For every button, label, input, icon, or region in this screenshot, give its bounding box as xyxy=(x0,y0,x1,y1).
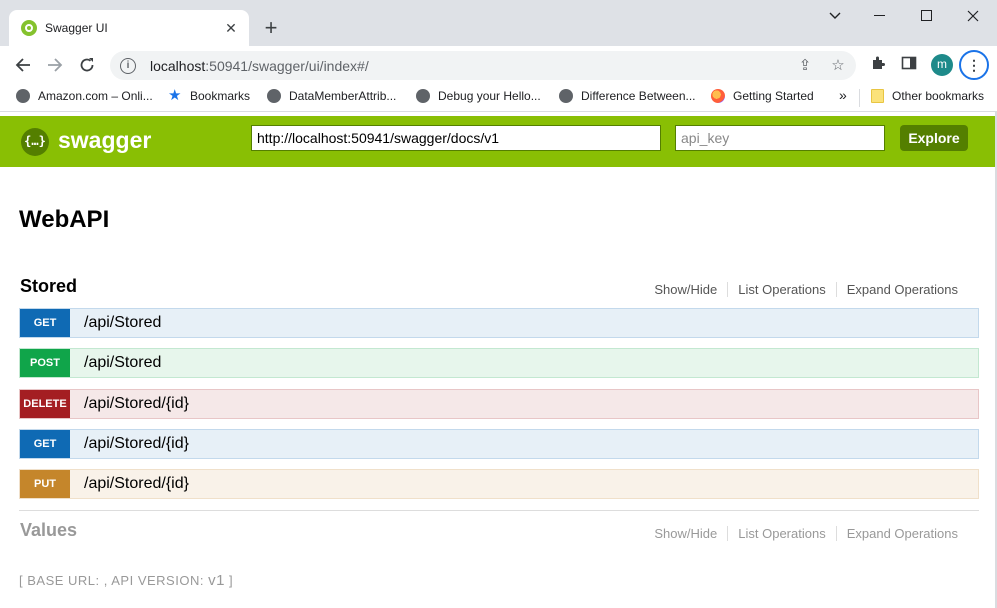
resource-actions-stored: Show/Hide List Operations Expand Operati… xyxy=(644,282,968,297)
address-bar[interactable]: i localhost:50941/swagger/ui/index#/ ⇪ ☆ xyxy=(110,51,856,80)
extensions-puzzle-icon[interactable] xyxy=(868,55,888,75)
operation-path[interactable]: /api/Stored/{id} xyxy=(84,475,189,493)
method-badge[interactable]: DELETE xyxy=(20,390,70,418)
resource-name-stored[interactable]: Stored xyxy=(20,276,77,297)
globe-icon xyxy=(416,89,430,103)
bookmarks-divider xyxy=(859,89,860,107)
bookmark-item[interactable]: Getting Started xyxy=(711,89,814,103)
new-tab-plus-icon[interactable]: + xyxy=(260,14,282,42)
globe-icon xyxy=(267,89,281,103)
bookmark-item[interactable]: ★ Bookmarks xyxy=(168,87,250,104)
bookmark-item[interactable]: Amazon.com – Onli... xyxy=(16,89,153,103)
method-badge[interactable]: GET xyxy=(20,309,70,337)
show-hide-link[interactable]: Show/Hide xyxy=(644,282,727,297)
close-icon[interactable]: ✕ xyxy=(223,20,239,37)
site-info-icon[interactable]: i xyxy=(120,57,136,74)
browser-toolbar: i localhost:50941/swagger/ui/index#/ ⇪ ☆… xyxy=(0,46,997,84)
resource-name-values[interactable]: Values xyxy=(20,520,77,541)
bookmark-star-icon[interactable]: ☆ xyxy=(829,57,847,75)
expand-operations-link[interactable]: Expand Operations xyxy=(835,282,968,297)
operation-row[interactable]: GET /api/Stored/{id} xyxy=(19,429,979,459)
bookmarks-overflow-button[interactable]: » xyxy=(839,87,847,103)
operation-path[interactable]: /api/Stored/{id} xyxy=(84,435,189,453)
reload-icon[interactable] xyxy=(71,49,103,81)
swagger-logo-icon: {…} xyxy=(21,128,49,156)
folder-icon xyxy=(871,89,884,103)
operation-row[interactable]: GET /api/Stored xyxy=(19,308,979,338)
operation-row[interactable]: DELETE /api/Stored/{id} xyxy=(19,389,979,419)
browser-tab[interactable]: Swagger UI ✕ xyxy=(9,10,249,46)
list-operations-link[interactable]: List Operations xyxy=(727,282,835,297)
maximize-icon[interactable] xyxy=(904,4,950,28)
resource-actions-values: Show/Hide List Operations Expand Operati… xyxy=(644,526,968,541)
expand-operations-link[interactable]: Expand Operations xyxy=(835,526,968,541)
method-badge[interactable]: GET xyxy=(20,430,70,458)
api-version: v1 xyxy=(208,572,225,589)
base-url-footer: [ BASE URL: , API VERSION: v1 ] xyxy=(19,572,234,589)
operation-row[interactable]: PUT /api/Stored/{id} xyxy=(19,469,979,499)
swagger-logo-text[interactable]: swagger xyxy=(58,127,151,154)
method-badge[interactable]: PUT xyxy=(20,470,70,498)
api-title: WebAPI xyxy=(19,206,110,233)
method-badge[interactable]: POST xyxy=(20,349,70,377)
resource-divider xyxy=(19,510,979,511)
list-operations-link[interactable]: List Operations xyxy=(727,526,835,541)
tab-search-chevron-down-icon[interactable] xyxy=(812,4,858,28)
operation-row[interactable]: POST /api/Stored xyxy=(19,348,979,378)
tab-title: Swagger UI xyxy=(45,21,108,35)
spec-url-input[interactable] xyxy=(251,125,661,151)
explore-button[interactable]: Explore xyxy=(900,125,968,151)
forward-arrow-icon[interactable] xyxy=(39,49,71,81)
globe-icon xyxy=(16,89,30,103)
side-panel-icon[interactable] xyxy=(899,55,919,75)
swagger-header: {…} swagger Explore xyxy=(0,116,997,167)
bookmark-item[interactable]: DataMemberAttrib... xyxy=(267,89,396,103)
bookmarks-bar: Amazon.com – Onli... ★ Bookmarks DataMem… xyxy=(0,84,997,112)
other-bookmarks-folder[interactable]: Other bookmarks xyxy=(871,89,984,103)
window-close-icon[interactable] xyxy=(950,4,996,28)
profile-avatar[interactable]: m xyxy=(931,54,953,76)
globe-icon xyxy=(559,89,573,103)
star-icon: ★ xyxy=(168,87,182,104)
minimize-icon[interactable] xyxy=(857,4,903,28)
operation-path[interactable]: /api/Stored xyxy=(84,354,161,372)
firefox-icon xyxy=(711,89,725,103)
share-icon[interactable]: ⇪ xyxy=(796,57,814,75)
show-hide-link[interactable]: Show/Hide xyxy=(644,526,727,541)
operation-path[interactable]: /api/Stored/{id} xyxy=(84,395,189,413)
operation-path[interactable]: /api/Stored xyxy=(84,314,161,332)
back-arrow-icon[interactable] xyxy=(7,49,39,81)
address-text[interactable]: localhost:50941/swagger/ui/index#/ xyxy=(150,58,369,74)
swagger-favicon-icon xyxy=(21,20,37,36)
api-key-input[interactable] xyxy=(675,125,885,151)
bookmark-item[interactable]: Debug your Hello... xyxy=(416,89,541,103)
bookmark-item[interactable]: Difference Between... xyxy=(559,89,696,103)
more-vertical-icon[interactable]: ⋮ xyxy=(959,50,989,80)
tab-strip: Swagger UI ✕ + xyxy=(0,0,997,46)
